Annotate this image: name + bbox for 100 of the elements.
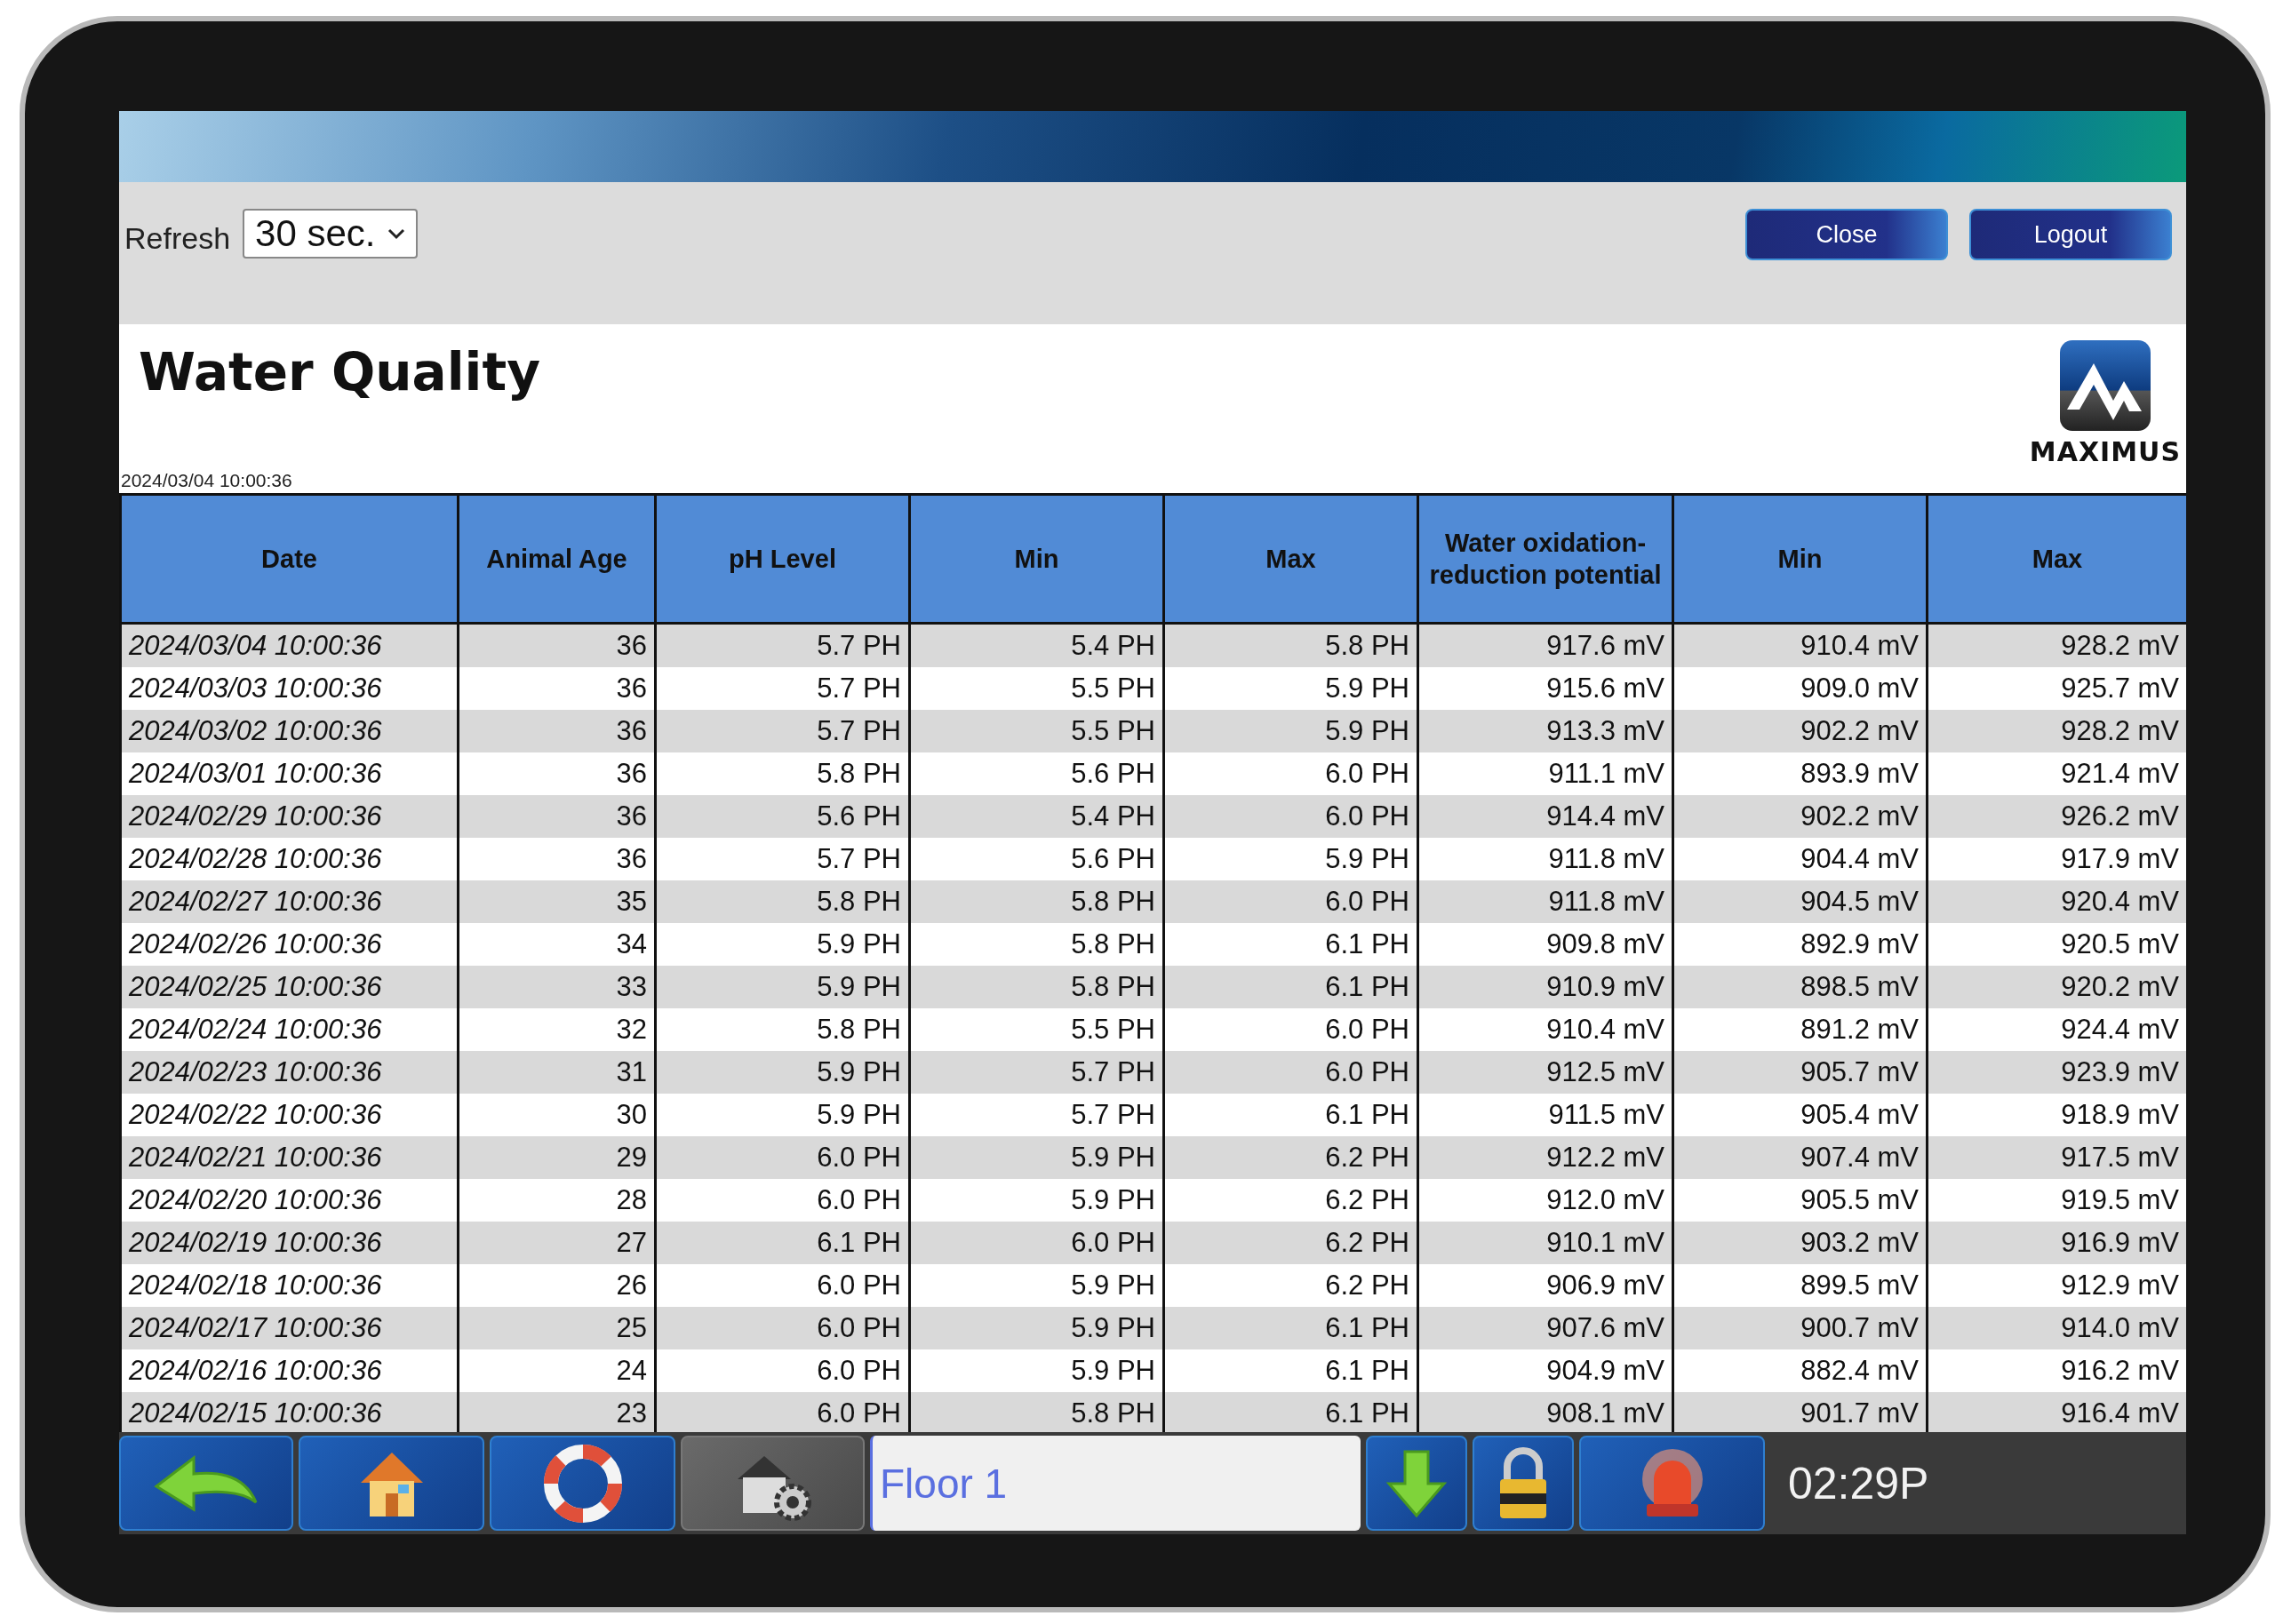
table-cell: 916.2 mV: [1927, 1349, 2186, 1392]
table-cell: 6.0 PH: [1163, 1051, 1418, 1094]
table-cell: 5.9 PH: [655, 1094, 910, 1136]
table-cell: 31: [458, 1051, 656, 1094]
table-cell: 924.4 mV: [1927, 1008, 2186, 1051]
lock-button[interactable]: [1473, 1436, 1574, 1531]
column-header: Animal Age: [458, 494, 656, 624]
table-cell: 913.3 mV: [1417, 710, 1673, 752]
table-cell: 908.1 mV: [1417, 1392, 1673, 1432]
alarm-button[interactable]: [1579, 1436, 1765, 1531]
table-cell: 6.1 PH: [1163, 923, 1418, 966]
table-cell: 35: [458, 880, 656, 923]
table-cell: 915.6 mV: [1417, 667, 1673, 710]
table-cell: 5.7 PH: [655, 667, 910, 710]
column-header: Date: [120, 494, 459, 624]
table-cell: 5.8 PH: [655, 752, 910, 795]
table-cell: 911.8 mV: [1417, 880, 1673, 923]
table-cell: 5.9 PH: [1163, 838, 1418, 880]
table-cell: 6.0 PH: [655, 1392, 910, 1432]
table-cell: 5.9 PH: [909, 1349, 1164, 1392]
table-cell: 6.2 PH: [1163, 1222, 1418, 1264]
table-cell: 923.9 mV: [1927, 1051, 2186, 1094]
table-cell: 5.5 PH: [909, 667, 1164, 710]
table-cell: 6.0 PH: [655, 1307, 910, 1349]
table-cell: 6.0 PH: [655, 1264, 910, 1307]
table-cell: 5.8 PH: [1163, 623, 1418, 667]
table-cell: 5.9 PH: [909, 1307, 1164, 1349]
table-cell: 6.2 PH: [1163, 1264, 1418, 1307]
table-cell: 2024/02/19 10:00:36: [120, 1222, 459, 1264]
table-cell: 5.4 PH: [909, 623, 1164, 667]
table-cell: 910.4 mV: [1417, 1008, 1673, 1051]
table-cell: 916.9 mV: [1927, 1222, 2186, 1264]
table-cell: 5.8 PH: [909, 1392, 1164, 1432]
table-cell: 914.0 mV: [1927, 1307, 2186, 1349]
table-cell: 912.9 mV: [1927, 1264, 2186, 1307]
table-cell: 36: [458, 838, 656, 880]
table-cell: 6.0 PH: [655, 1136, 910, 1179]
table-cell: 925.7 mV: [1927, 667, 2186, 710]
download-button[interactable]: [1366, 1436, 1467, 1531]
table-cell: 5.4 PH: [909, 795, 1164, 838]
floor-selector[interactable]: Floor 1: [870, 1436, 1361, 1531]
table-cell: 36: [458, 795, 656, 838]
table-cell: 903.2 mV: [1672, 1222, 1928, 1264]
table-cell: 6.1 PH: [655, 1222, 910, 1264]
table-cell: 920.5 mV: [1927, 923, 2186, 966]
table-cell: 904.9 mV: [1417, 1349, 1673, 1392]
table-cell: 6.0 PH: [909, 1222, 1164, 1264]
table-cell: 5.9 PH: [655, 1051, 910, 1094]
table-cell: 904.5 mV: [1672, 880, 1928, 923]
table-cell: 2024/03/04 10:00:36: [120, 623, 459, 667]
help-button[interactable]: [490, 1436, 675, 1531]
table-cell: 6.1 PH: [1163, 1392, 1418, 1432]
table-cell: 30: [458, 1094, 656, 1136]
clock-time: 02:29P: [1788, 1457, 1929, 1509]
table-cell: 5.7 PH: [909, 1051, 1164, 1094]
table-cell: 2024/02/15 10:00:36: [120, 1392, 459, 1432]
table-cell: 5.8 PH: [909, 880, 1164, 923]
table-cell: 5.9 PH: [1163, 667, 1418, 710]
table-cell: 917.6 mV: [1417, 623, 1673, 667]
logout-button[interactable]: Logout: [1969, 209, 2172, 260]
table-cell: 6.0 PH: [1163, 795, 1418, 838]
table-cell: 6.1 PH: [1163, 1307, 1418, 1349]
close-button[interactable]: Close: [1745, 209, 1948, 260]
table-cell: 6.0 PH: [1163, 752, 1418, 795]
home-button[interactable]: [299, 1436, 484, 1531]
table-cell: 36: [458, 667, 656, 710]
table-cell: 914.4 mV: [1417, 795, 1673, 838]
table-cell: 904.4 mV: [1672, 838, 1928, 880]
table-cell: 2024/03/02 10:00:36: [120, 710, 459, 752]
table-cell: 6.2 PH: [1163, 1179, 1418, 1222]
table-cell: 902.2 mV: [1672, 710, 1928, 752]
table-cell: 5.7 PH: [909, 1094, 1164, 1136]
table-cell: 911.5 mV: [1417, 1094, 1673, 1136]
table-cell: 6.1 PH: [1163, 966, 1418, 1008]
table-cell: 906.9 mV: [1417, 1264, 1673, 1307]
back-button[interactable]: [119, 1436, 293, 1531]
table-cell: 24: [458, 1349, 656, 1392]
table-cell: 909.8 mV: [1417, 923, 1673, 966]
table-cell: 6.0 PH: [1163, 880, 1418, 923]
table-cell: 36: [458, 623, 656, 667]
table-cell: 2024/03/03 10:00:36: [120, 667, 459, 710]
table-cell: 26: [458, 1264, 656, 1307]
table-cell: 900.7 mV: [1672, 1307, 1928, 1349]
table-cell: 6.0 PH: [655, 1179, 910, 1222]
table-cell: 928.2 mV: [1927, 710, 2186, 752]
table-cell: 29: [458, 1136, 656, 1179]
table-cell: 6.0 PH: [655, 1349, 910, 1392]
table-cell: 910.9 mV: [1417, 966, 1673, 1008]
refresh-dropdown[interactable]: 30 sec.: [243, 209, 419, 259]
table-cell: 5.6 PH: [655, 795, 910, 838]
table-cell: 2024/02/26 10:00:36: [120, 923, 459, 966]
table-cell: 5.8 PH: [655, 1008, 910, 1051]
house-settings-button[interactable]: [681, 1436, 865, 1531]
logo-text: MAXIMUS: [2029, 436, 2181, 467]
table-cell: 905.4 mV: [1672, 1094, 1928, 1136]
table-cell: 919.5 mV: [1927, 1179, 2186, 1222]
table-cell: 5.6 PH: [909, 752, 1164, 795]
table-cell: 5.9 PH: [655, 923, 910, 966]
table-cell: 2024/02/20 10:00:36: [120, 1179, 459, 1222]
table-cell: 2024/02/29 10:00:36: [120, 795, 459, 838]
